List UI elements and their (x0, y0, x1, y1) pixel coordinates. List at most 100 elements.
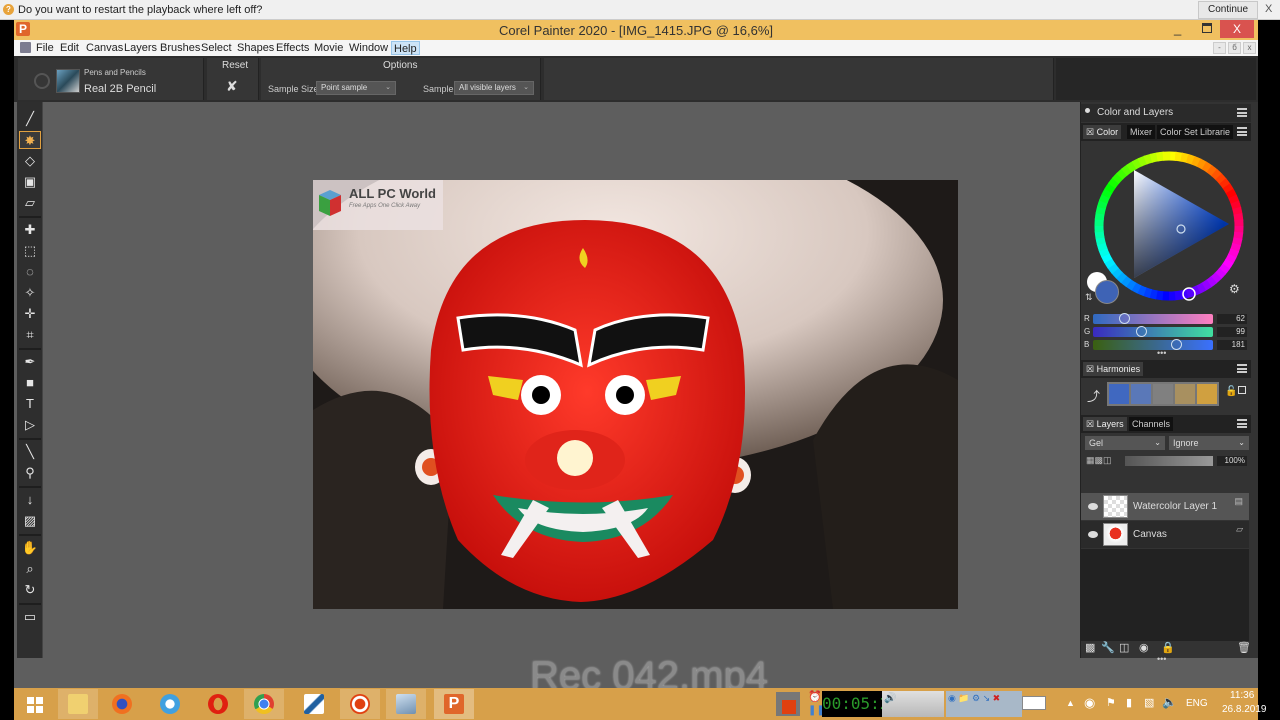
composite-method-dropdown[interactable]: Gel ⌄ (1085, 436, 1165, 450)
perspective-guides-tool-icon[interactable]: ↓ (19, 491, 41, 509)
harmony-swatch[interactable] (1175, 384, 1195, 404)
menu-effects[interactable]: Effects (274, 41, 311, 55)
canvas-image[interactable]: ALL PC World Free Apps One Click Away (313, 180, 958, 609)
brush-tool-icon[interactable]: ╱ (19, 110, 41, 128)
harmony-rule-icon[interactable]: ⤴ (1087, 386, 1100, 405)
opacity-value[interactable]: 100% (1217, 456, 1247, 466)
tray-date[interactable]: 26.8.2019 (1222, 704, 1267, 715)
recorder-controls[interactable]: ◉ 📁 ⚙ ↘ ✖ (946, 691, 1022, 717)
b-slider[interactable] (1093, 339, 1213, 350)
tray-battery-icon[interactable]: ▮ (1126, 696, 1132, 709)
layer-item[interactable]: Canvas ▱ (1081, 521, 1249, 548)
doc-close-button[interactable]: x (1243, 42, 1256, 54)
screen-mode-tool-icon[interactable]: ▭ (19, 608, 41, 626)
dropper-tool-icon[interactable]: ✸ (19, 131, 41, 149)
close-button[interactable]: X (1220, 20, 1254, 38)
eraser-tool-icon[interactable]: ▱ (19, 194, 41, 212)
cloner-tool-icon[interactable]: ╲ (19, 443, 41, 461)
brush-thumbnail-icon[interactable] (56, 69, 80, 93)
harmony-swatch[interactable] (1153, 384, 1173, 404)
lock-layer-icon[interactable]: 🔒 (1161, 641, 1175, 654)
rectangular-selection-tool-icon[interactable]: ⬚ (19, 242, 41, 260)
r-slider[interactable] (1093, 313, 1213, 324)
menu-help[interactable]: Help (391, 41, 420, 55)
tab-layers[interactable]: ☒ Layers (1083, 417, 1127, 431)
crop-tool-icon[interactable]: ⌗ (19, 326, 41, 344)
taskbar-notepad[interactable] (386, 689, 426, 719)
menu-canvas[interactable]: Canvas (84, 41, 125, 55)
layers-menu-icon[interactable] (1237, 419, 1247, 428)
delete-layer-icon[interactable]: 🗑 (1237, 641, 1251, 654)
tray-time[interactable]: 11:36 (1230, 690, 1254, 701)
lasso-tool-icon[interactable]: ◌ (19, 263, 41, 281)
document-icon[interactable] (20, 42, 31, 53)
pen-tool-icon[interactable]: ✒ (19, 353, 41, 371)
tray-expand-icon[interactable]: ▲ (1066, 698, 1075, 708)
tray-network-icon[interactable]: ▧ (1144, 696, 1154, 709)
b-slider-knob[interactable] (1171, 339, 1183, 350)
preserve-mode-dropdown[interactable]: Ignore ⌄ (1169, 436, 1249, 450)
text-tool-icon[interactable]: T (19, 395, 41, 413)
color-stamp-icon[interactable]: ⚙ (1229, 282, 1240, 296)
tray-language[interactable]: ENG (1186, 698, 1208, 709)
taskbar-browser-2[interactable] (150, 689, 190, 719)
start-button[interactable] (16, 689, 56, 719)
g-slider[interactable] (1093, 326, 1213, 337)
taskbar-chrome[interactable] (244, 689, 284, 719)
alarm-icon[interactable]: ⏰ (808, 690, 822, 703)
stop-record-button[interactable] (782, 700, 796, 714)
transform-tool-icon[interactable]: ✛ (19, 305, 41, 323)
close-notification-button[interactable]: X (1265, 3, 1272, 15)
doc-restore-button[interactable]: б (1228, 42, 1241, 54)
sample-dropdown[interactable]: All visible layers ⌄ (454, 81, 534, 95)
lock-icon[interactable]: 🔓 (1225, 386, 1237, 397)
taskbar-file-explorer[interactable] (58, 689, 98, 719)
taskbar-corel-painter[interactable]: P (434, 689, 474, 719)
harmony-swatch[interactable] (1131, 384, 1151, 404)
visibility-eye-icon[interactable] (1088, 503, 1098, 510)
menu-brushes[interactable]: Brushes (158, 41, 202, 55)
r-slider-knob[interactable] (1119, 313, 1131, 324)
recent-brushes-icon[interactable] (34, 73, 50, 89)
paint-bucket-tool-icon[interactable]: ◇ (19, 152, 41, 170)
more-options-icon[interactable]: ••• (1157, 348, 1166, 358)
magic-wand-tool-icon[interactable]: ✧ (19, 284, 41, 302)
rotate-page-tool-icon[interactable]: ↻ (19, 581, 41, 599)
reset-tool-button[interactable]: ✘ (226, 78, 238, 95)
layer-mask-icon[interactable]: ◉ (1139, 641, 1149, 654)
restore-button[interactable] (1202, 23, 1212, 33)
new-layer-icon[interactable]: ▩ (1085, 641, 1095, 654)
color-menu-icon[interactable] (1237, 127, 1247, 136)
g-value[interactable]: 99 (1217, 327, 1247, 337)
mirror-tool-icon[interactable]: ⚲ (19, 464, 41, 482)
layer-item[interactable]: Watercolor Layer 1 ▤ (1081, 493, 1249, 520)
r-value[interactable]: 62 (1217, 314, 1247, 324)
grabber-tool-icon[interactable]: ✋ (19, 539, 41, 557)
taskbar-opera[interactable] (198, 689, 238, 719)
rectangle-shape-tool-icon[interactable]: ■ (19, 374, 41, 392)
volume-meter[interactable]: 🔊 (882, 691, 944, 717)
harmonies-menu-icon[interactable] (1237, 364, 1247, 373)
tab-channels[interactable]: Channels (1129, 417, 1174, 431)
menu-shapes[interactable]: Shapes (235, 41, 276, 55)
opacity-slider[interactable] (1125, 456, 1213, 466)
sample-size-dropdown[interactable]: Point sample ⌄ (316, 81, 396, 95)
panel-menu-icon[interactable] (1237, 108, 1247, 117)
tab-mixer[interactable]: Mixer (1127, 125, 1155, 139)
tray-flag-icon[interactable]: ⚑ (1106, 696, 1116, 709)
keyboard-icon[interactable] (1022, 696, 1046, 710)
shape-selection-tool-icon[interactable]: ▷ (19, 416, 41, 434)
menu-file[interactable]: File (34, 41, 56, 55)
primary-color-swatch[interactable] (1095, 280, 1119, 304)
dynamic-plugins-icon[interactable]: 🔧 (1101, 641, 1115, 654)
swap-colors-icon[interactable]: ⇅ (1085, 292, 1093, 303)
continue-button[interactable]: Continue (1198, 1, 1258, 19)
tray-volume-icon[interactable]: 🔈 (1162, 695, 1177, 709)
doc-minimize-button[interactable]: - (1213, 42, 1226, 54)
g-slider-knob[interactable] (1135, 326, 1147, 337)
brush-selector[interactable]: Pens and Pencils Real 2B Pencil (18, 58, 204, 100)
menu-edit[interactable]: Edit (58, 41, 81, 55)
tray-recorder-icon[interactable]: ◉ (1084, 695, 1095, 711)
harmony-swatch[interactable] (1109, 384, 1129, 404)
more-layer-options-icon[interactable]: ••• (1157, 654, 1166, 664)
